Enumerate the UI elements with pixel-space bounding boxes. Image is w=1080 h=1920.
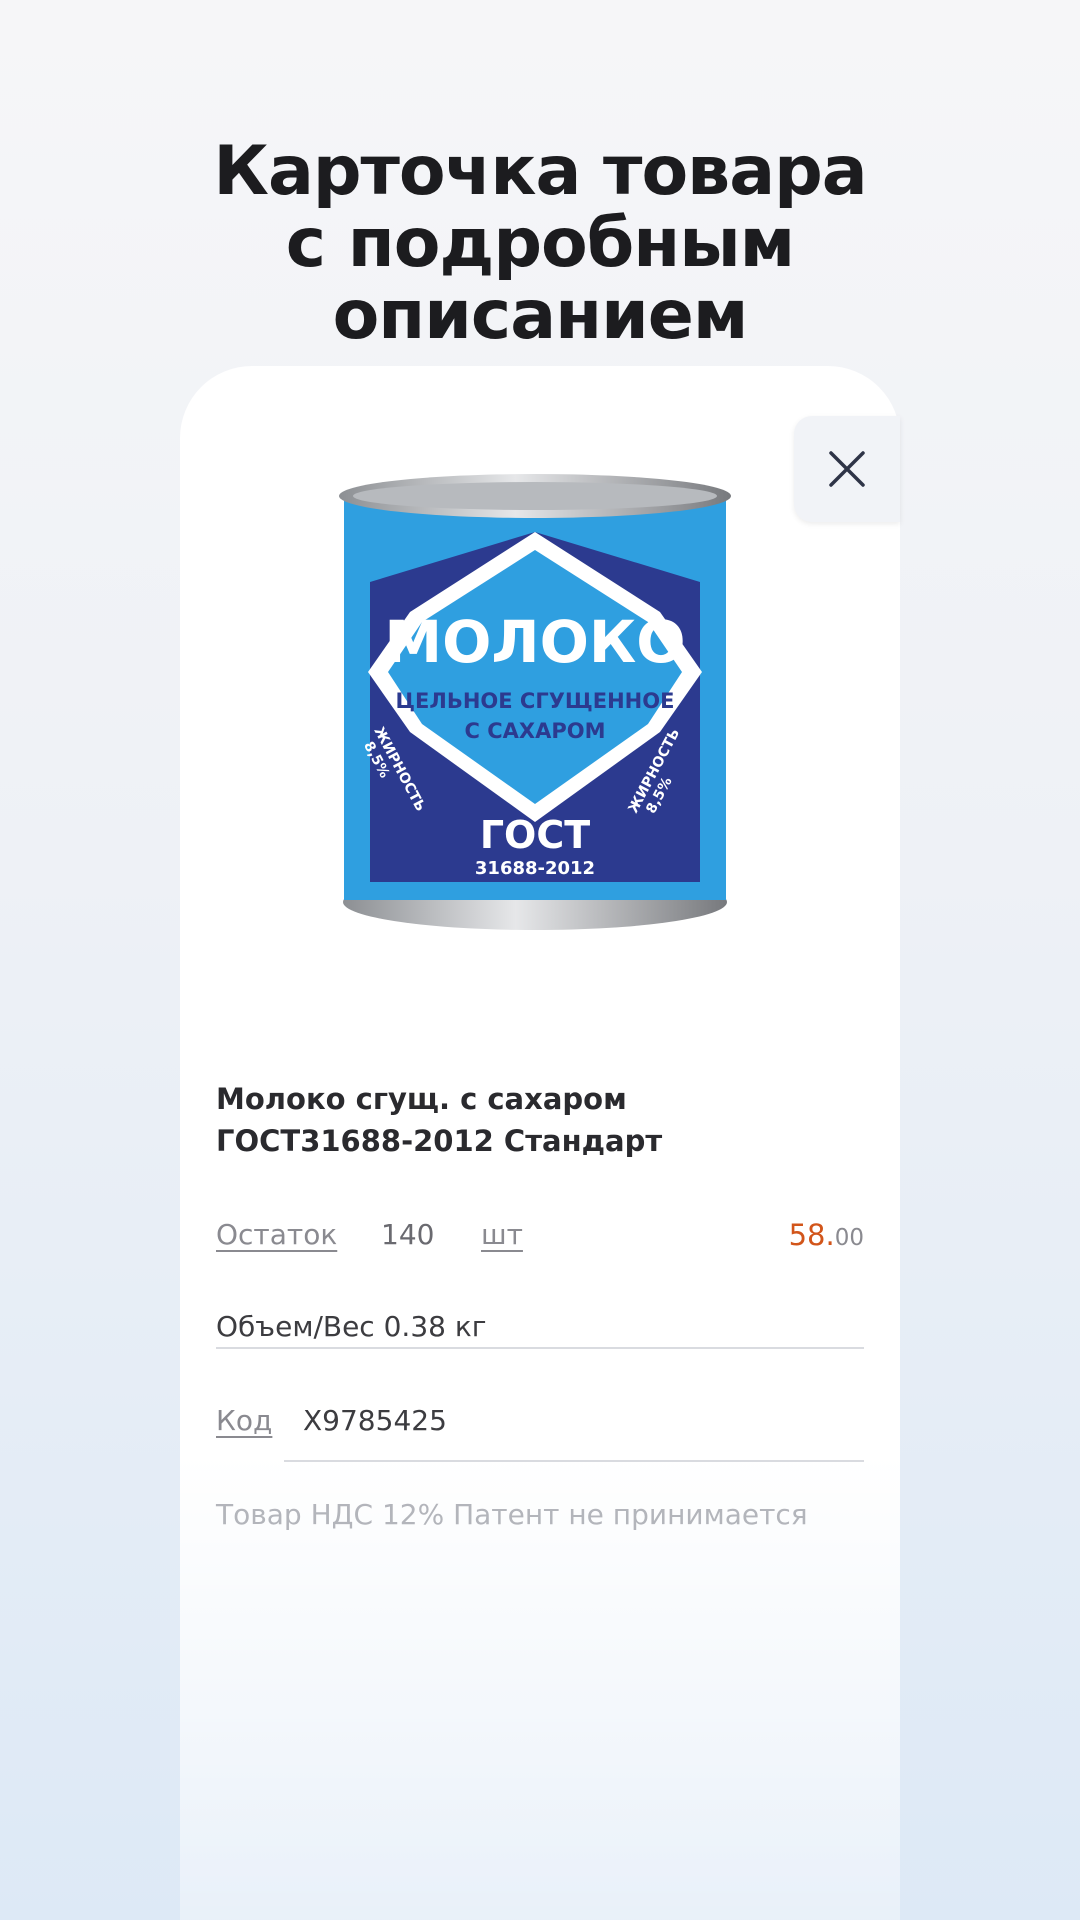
product-title-line-2: ГОСТ31688-2012 Стандарт [216,1124,663,1158]
stock-label[interactable]: Остаток [216,1218,337,1251]
product-title: Молоко сгущ. с сахаром ГОСТ31688-2012 Ст… [216,1078,856,1162]
divider [284,1460,864,1462]
close-icon [829,451,865,487]
stock-unit[interactable]: шт [481,1218,523,1251]
can-standard: ГОСТ [480,813,590,857]
can-brand: МОЛОКО [384,608,685,676]
headline-line-1: Карточка товара [213,132,867,211]
can-line-1: ЦЕЛЬНОЕ СГУЩЕННОЕ [396,689,675,713]
can-line-2: С САХАРОМ [465,719,606,743]
stock-value: 140 [381,1218,435,1251]
divider [216,1347,864,1349]
weight-text: Объем/Вес 0.38 кг [216,1310,487,1343]
product-title-line-1: Молоко сгущ. с сахаром [216,1082,627,1116]
code-label[interactable]: Код [216,1404,272,1437]
price-integer: 58. [788,1218,835,1252]
headline-line-3: описанием [332,276,749,355]
tax-note: Товар НДС 12% Патент не принимается [216,1498,808,1531]
price: 58.00 [720,1218,864,1252]
headline-line-2: с подробным [285,204,796,283]
product-image: МОЛОКО ЦЕЛЬНОЕ СГУЩЕННОЕ С САХАРОМ ЖИРНО… [339,474,731,930]
price-decimal: 00 [834,1225,864,1251]
can-standard-code: 31688-2012 [475,858,595,879]
close-button[interactable] [794,416,900,522]
page-headline: Карточка товара с подробным описанием [0,136,1080,352]
code-value: X9785425 [303,1404,447,1437]
